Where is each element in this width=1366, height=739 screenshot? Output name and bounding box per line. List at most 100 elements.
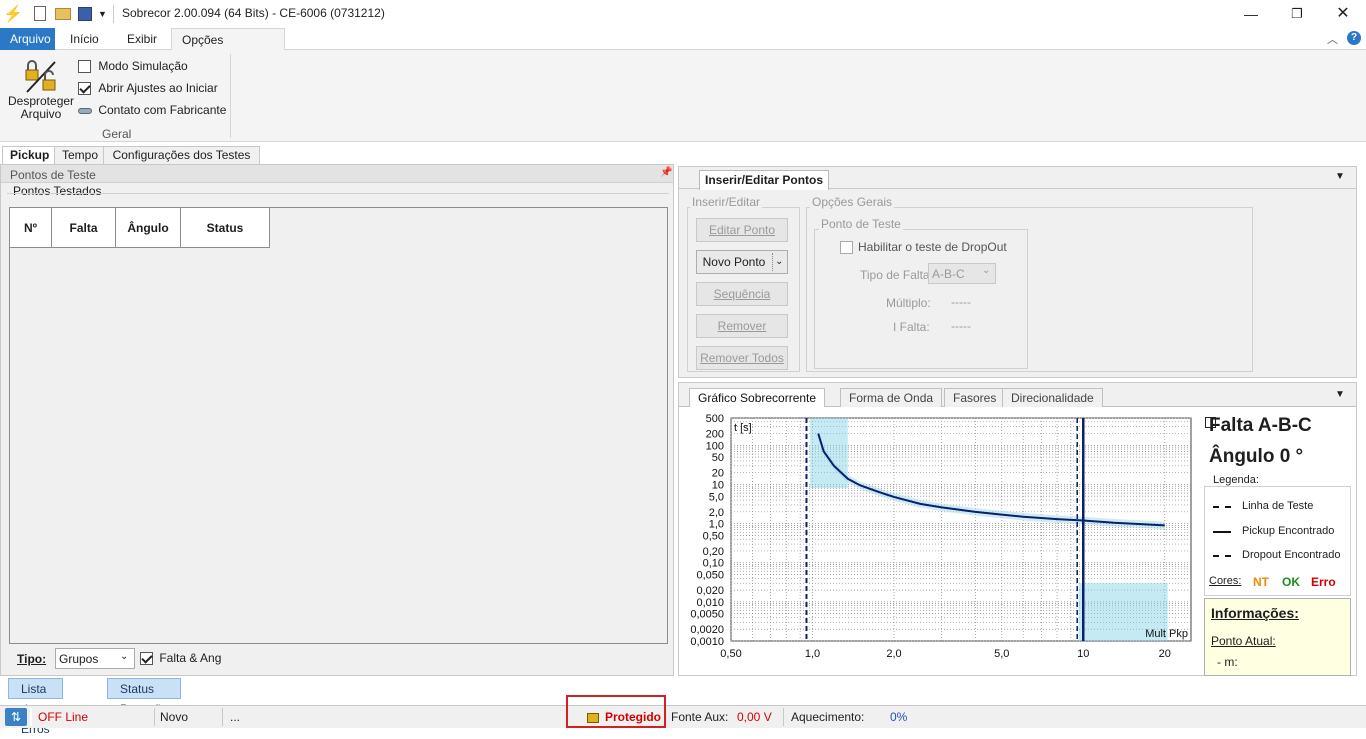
tipo-label: Tipo: <box>17 652 47 666</box>
tab-direcionalidade[interactable]: Direcionalidade <box>1002 388 1103 407</box>
tab-grafico-sobrecorrente[interactable]: Gráfico Sobrecorrente <box>689 388 826 407</box>
chart-panel: Gráfico Sobrecorrente Forma de Onda Faso… <box>678 382 1357 676</box>
pin-icon[interactable]: 📌 <box>660 167 672 178</box>
offline-status: OFF Line <box>38 710 89 724</box>
y-tick-label: 10 <box>712 479 724 491</box>
tab-forma-de-onda[interactable]: Forma de Onda <box>840 388 943 407</box>
remove-button[interactable]: Remover <box>696 314 788 338</box>
legend-dropout-swatch <box>1213 555 1231 557</box>
panel-title: Pontos de Teste <box>10 168 96 182</box>
chart-title-fault: Falta A-B-C <box>1209 415 1312 436</box>
sim-mode-box[interactable] <box>78 60 91 74</box>
tab-inserir-editar[interactable]: Inserir/Editar Pontos <box>699 170 830 190</box>
new-point-chevron-icon[interactable]: ⌄ <box>775 251 783 273</box>
sequence-button[interactable]: Sequência <box>696 282 788 306</box>
chart-dropdown-icon[interactable]: ▼ <box>1335 389 1345 400</box>
minimize-icon[interactable]: — <box>1228 0 1274 28</box>
edit-point-button[interactable]: Editar Ponto <box>696 218 788 242</box>
y-tick-label: 200 <box>706 429 724 441</box>
save-icon[interactable] <box>78 7 92 21</box>
tab-opcoes-software[interactable]: Opções Software <box>171 28 285 69</box>
status-separator <box>222 708 223 726</box>
tab-fasores[interactable]: Fasores <box>944 388 1006 407</box>
maximize-chart-icon[interactable] <box>1205 417 1216 428</box>
chevron-down-icon: ⌄ <box>120 651 129 662</box>
status-bar: ⇅ OFF Line Novo ... Protegido Fonte Aux:… <box>0 695 1366 728</box>
new-point-button[interactable]: Novo Ponto ⌄ <box>696 250 788 274</box>
tab-tempo[interactable]: Tempo <box>54 146 107 164</box>
group-label-geral: Geral <box>102 127 132 141</box>
sim-mode-checkbox[interactable]: Modo Simulação <box>78 59 188 74</box>
legend-pickup-swatch <box>1213 531 1231 533</box>
fault-type-select[interactable]: A-B-C ⌄ <box>928 263 996 284</box>
color-err: Erro <box>1311 575 1336 589</box>
unprotect-file-button[interactable]: Desproteger Arquivo <box>6 56 76 122</box>
window-title: Sobrecor 2.00.094 (64 Bits) - CE-6006 (0… <box>122 6 385 20</box>
status-dots: ... <box>230 710 241 724</box>
reconnect-icon[interactable]: ⇅ <box>5 708 27 726</box>
collapse-ribbon-icon[interactable]: ︿ <box>1327 31 1338 47</box>
tab-status-protecao[interactable]: Status Proteção <box>107 678 182 716</box>
heating-value: 0% <box>890 710 908 724</box>
general-options-title: Opções Gerais <box>810 195 895 209</box>
info-current-point: Ponto Atual: <box>1211 634 1276 648</box>
tab-arquivo[interactable]: Arquivo <box>0 28 55 50</box>
legend-test-line: Linha de Teste <box>1242 500 1314 512</box>
chart-side-panel: Falta A-B-C Ângulo 0 ° Legenda: Linha de… <box>1199 408 1356 676</box>
y-tick-label: 100 <box>706 440 724 452</box>
tab-lista-erros[interactable]: Lista de Erros <box>8 678 63 736</box>
chart-tab-strip: Gráfico Sobrecorrente Forma de Onda Faso… <box>679 383 1356 407</box>
tipo-select[interactable]: Grupos ⌄ <box>55 648 135 669</box>
status-separator <box>154 708 155 726</box>
col-status[interactable]: Status <box>181 208 270 248</box>
split-divider <box>772 253 773 271</box>
ribbon-tabs: Arquivo Início Exibir Opções Software ︿ … <box>0 28 1366 69</box>
y-tick-label: 0,050 <box>696 570 724 582</box>
tab-pickup[interactable]: Pickup <box>2 146 58 164</box>
y-tick-label: 0,10 <box>703 558 724 570</box>
col-falta[interactable]: Falta <box>52 208 116 248</box>
help-icon[interactable]: ? <box>1347 31 1361 45</box>
insert-edit-title: Inserir/Editar <box>690 195 763 209</box>
quick-access-dropdown-icon[interactable]: ▼ <box>98 9 107 19</box>
remove-all-button[interactable]: Remover Todos <box>696 346 788 370</box>
new-point-label: Novo Ponto <box>702 255 766 269</box>
open-settings-checkbox[interactable]: Abrir Ajustes ao Iniciar <box>78 81 218 96</box>
colors-label: Cores: <box>1209 575 1242 587</box>
aux-source-value: 0,00 V <box>737 710 772 724</box>
open-settings-box[interactable] <box>78 82 91 96</box>
tab-inicio[interactable]: Início <box>60 28 109 50</box>
open-folder-icon[interactable] <box>55 8 71 20</box>
contact-button[interactable]: Contato com Fabricante <box>78 103 226 117</box>
color-ok: OK <box>1282 575 1300 589</box>
dropdown-arrow-icon[interactable]: ▼ <box>1335 171 1345 182</box>
editor-tab-strip: Inserir/Editar Pontos ▼ <box>679 167 1356 190</box>
ribbon-panel: Desproteger Arquivo Modo Simulação Abrir… <box>0 50 1366 142</box>
y-tick-label: 0,020 <box>696 585 724 597</box>
falta-ang-checkbox[interactable]: Falta & Ang <box>140 651 221 666</box>
falta-ang-box[interactable] <box>140 652 153 666</box>
tab-configuracoes[interactable]: Configurações dos Testes <box>103 146 260 164</box>
ifault-value: ----- <box>951 319 971 333</box>
fault-type-label: Tipo de Falta: <box>860 268 933 282</box>
close-icon[interactable]: ✕ <box>1320 0 1366 28</box>
col-angulo[interactable]: Ângulo <box>116 208 181 248</box>
dropout-checkbox[interactable] <box>840 241 853 255</box>
contact-icon <box>78 107 92 114</box>
x-tick-label: 0,50 <box>720 648 741 660</box>
y-tick-label: 50 <box>712 452 724 464</box>
tab-exibir[interactable]: Exibir <box>117 28 167 50</box>
title-bar: ⚡ ▼ Sobrecor 2.00.094 (64 Bits) - CE-600… <box>0 0 1366 28</box>
y-tick-label: 1,0 <box>709 519 724 531</box>
col-num[interactable]: Nº <box>10 208 52 248</box>
x-axis-label: Mult Pkp <box>1145 628 1188 640</box>
chart-title-angle: Ângulo 0 ° <box>1209 446 1304 467</box>
points-grid[interactable]: Nº Falta Ângulo Status <box>9 207 668 644</box>
unprotect-label-1: Desproteger <box>8 94 75 108</box>
restore-icon[interactable]: ❐ <box>1274 0 1320 28</box>
new-file-icon[interactable] <box>34 6 46 21</box>
title-separator <box>113 5 114 23</box>
status-separator <box>783 708 784 726</box>
group-line <box>7 193 669 194</box>
unprotect-label-2: Arquivo <box>20 107 62 121</box>
